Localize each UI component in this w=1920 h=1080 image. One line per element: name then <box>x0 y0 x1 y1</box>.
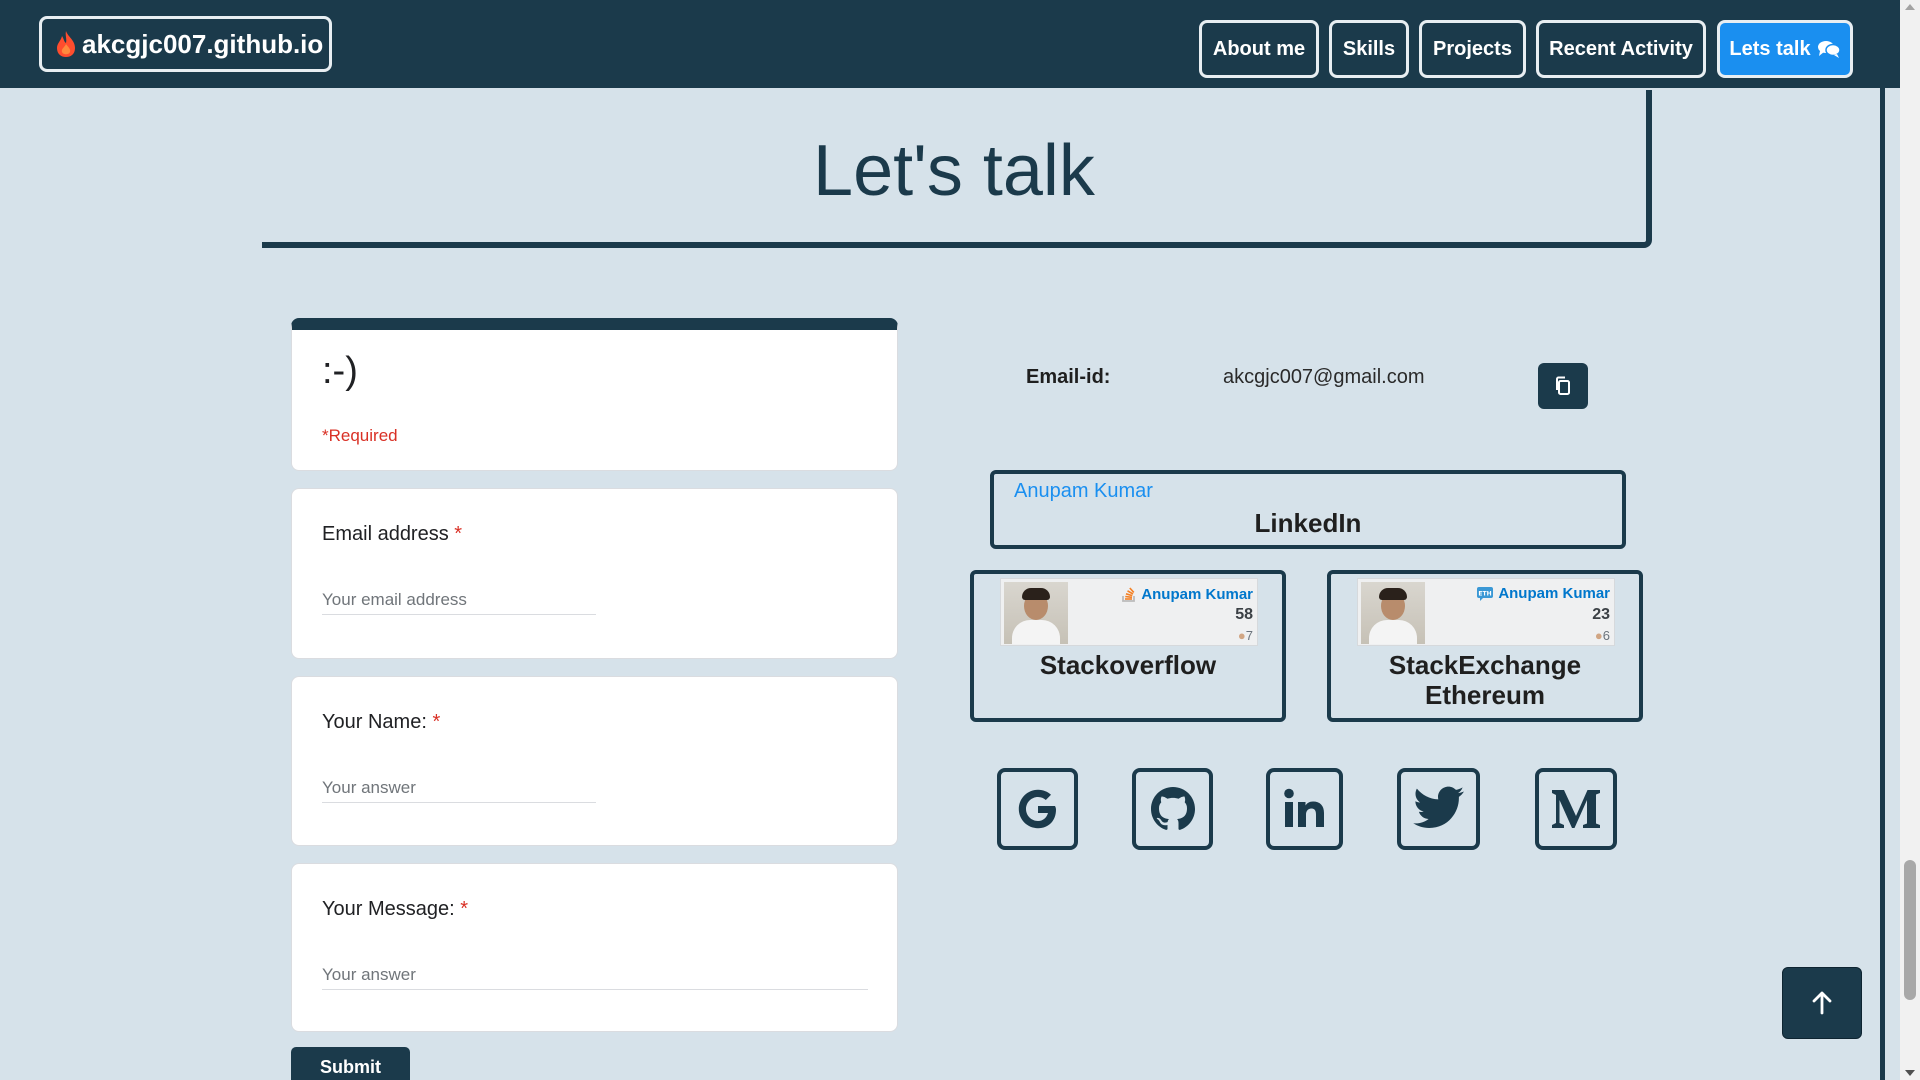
brand-link[interactable]: akcgjc007.github.io <box>39 16 332 72</box>
nav-projects-label: Projects <box>1433 37 1512 60</box>
required-star: * <box>460 898 469 920</box>
navbar: akcgjc007.github.io About me Skills Proj… <box>0 0 1920 88</box>
linkedin-profile-name[interactable]: Anupam Kumar <box>1014 480 1153 503</box>
github-icon <box>1150 787 1195 830</box>
submit-button[interactable]: Submit <box>291 1047 410 1080</box>
nav-recent-activity-label: Recent Activity <box>1549 37 1693 60</box>
stackexchange-badge-count: 6 <box>1602 628 1610 643</box>
scrollbar[interactable] <box>1900 0 1920 1080</box>
stackoverflow-flair[interactable]: Anupam Kumar 58 ●7 <box>1000 578 1258 646</box>
form-title: :-) <box>322 350 358 392</box>
medium-icon <box>1552 790 1600 828</box>
google-link[interactable] <box>997 768 1078 850</box>
copy-email-button[interactable] <box>1538 363 1588 409</box>
message-input[interactable] <box>322 960 868 990</box>
nav-lets-talk[interactable]: Lets talk <box>1717 20 1853 78</box>
form-header-card: :-) *Required <box>291 318 898 471</box>
scroll-down-arrow-icon[interactable] <box>1905 1070 1915 1076</box>
stackoverflow-reputation: 58 <box>1235 606 1253 623</box>
question-card-message: Your Message: * <box>291 863 898 1032</box>
nav-lets-talk-label: Lets talk <box>1729 37 1811 60</box>
required-star: * <box>454 523 463 545</box>
back-to-top-button[interactable] <box>1782 967 1862 1039</box>
required-star: * <box>432 711 441 733</box>
stackoverflow-card[interactable]: Anupam Kumar 58 ●7 Stackoverflow <box>970 570 1286 722</box>
stackexchange-ethereum-card[interactable]: ETH Anupam Kumar 23 ●6 StackExchange Eth… <box>1327 570 1643 722</box>
github-link[interactable] <box>1132 768 1213 850</box>
chat-bubbles-icon <box>1817 39 1841 59</box>
nav-recent-activity[interactable]: Recent Activity <box>1536 20 1706 78</box>
name-question-text: Your Name: <box>322 711 427 733</box>
stackexchange-reputation: 23 <box>1592 606 1610 623</box>
avatar <box>1004 582 1068 644</box>
linkedin-icon <box>1283 788 1324 827</box>
twitter-link[interactable] <box>1397 768 1480 850</box>
stackexchange-title-line1: StackExchange <box>1388 650 1582 680</box>
email-id-label: Email-id: <box>1026 366 1111 388</box>
stackoverflow-icon <box>1121 585 1137 603</box>
stackexchange-bronze-badges: ●6 <box>1595 628 1610 643</box>
fire-icon <box>54 30 78 58</box>
page-right-border <box>1880 88 1885 1080</box>
stackexchange-flair[interactable]: ETH Anupam Kumar 23 ●6 <box>1357 578 1615 646</box>
name-input[interactable] <box>322 773 596 803</box>
section-title: Let's talk <box>813 131 1095 211</box>
email-question-text: Email address <box>322 523 449 545</box>
name-question-label: Your Name: * <box>322 711 440 734</box>
required-note: *Required <box>322 426 398 445</box>
nav-about-me[interactable]: About me <box>1199 20 1319 78</box>
stackexchange-title-line2: Ethereum <box>1425 680 1545 710</box>
stackexchange-user-name: Anupam Kumar <box>1498 585 1610 602</box>
medium-link[interactable] <box>1535 768 1617 850</box>
nav-skills[interactable]: Skills <box>1329 20 1409 78</box>
nav-about-me-label: About me <box>1212 37 1306 60</box>
stackoverflow-card-title: Stackoverflow <box>1039 650 1217 680</box>
copy-icon <box>1556 376 1570 395</box>
email-input[interactable] <box>322 585 596 615</box>
question-card-name: Your Name: * <box>291 676 898 846</box>
linkedin-card-title: LinkedIn <box>1254 508 1362 538</box>
stackoverflow-badge-count: 7 <box>1245 628 1253 643</box>
stackoverflow-user-name: Anupam Kumar <box>1141 585 1253 603</box>
message-question-label: Your Message: * <box>322 898 468 921</box>
section-title-card: Let's talk <box>262 90 1652 248</box>
email-question-label: Email address * <box>322 523 462 546</box>
nav-skills-label: Skills <box>1342 37 1396 60</box>
question-card-email: Email address * <box>291 488 898 659</box>
stackexchange-card-title: StackExchange Ethereum <box>1331 650 1639 710</box>
arrow-up-icon <box>1812 991 1832 1015</box>
brand-text: akcgjc007.github.io <box>82 28 324 59</box>
nav-projects[interactable]: Projects <box>1419 20 1526 78</box>
ethereum-se-icon: ETH <box>1476 586 1494 602</box>
avatar <box>1361 582 1425 644</box>
stackoverflow-user-link[interactable]: Anupam Kumar <box>1121 585 1253 603</box>
stackoverflow-bronze-badges: ●7 <box>1238 628 1253 643</box>
stackexchange-user-link[interactable]: ETH Anupam Kumar <box>1476 585 1610 602</box>
message-question-text: Your Message: <box>322 898 455 920</box>
scroll-up-arrow-icon[interactable] <box>1905 4 1915 10</box>
google-icon <box>1018 789 1056 829</box>
bronze-badge-icon: ● <box>1237 628 1246 643</box>
linkedin-link[interactable] <box>1266 768 1343 850</box>
bronze-badge-icon: ● <box>1594 628 1603 643</box>
email-id-value: akcgjc007@gmail.com <box>1223 366 1425 388</box>
linkedin-profile-card[interactable]: Anupam Kumar LinkedIn <box>990 470 1626 549</box>
scroll-thumb[interactable] <box>1904 860 1916 1000</box>
twitter-icon <box>1412 786 1464 828</box>
svg-text:ETH: ETH <box>1479 590 1492 597</box>
